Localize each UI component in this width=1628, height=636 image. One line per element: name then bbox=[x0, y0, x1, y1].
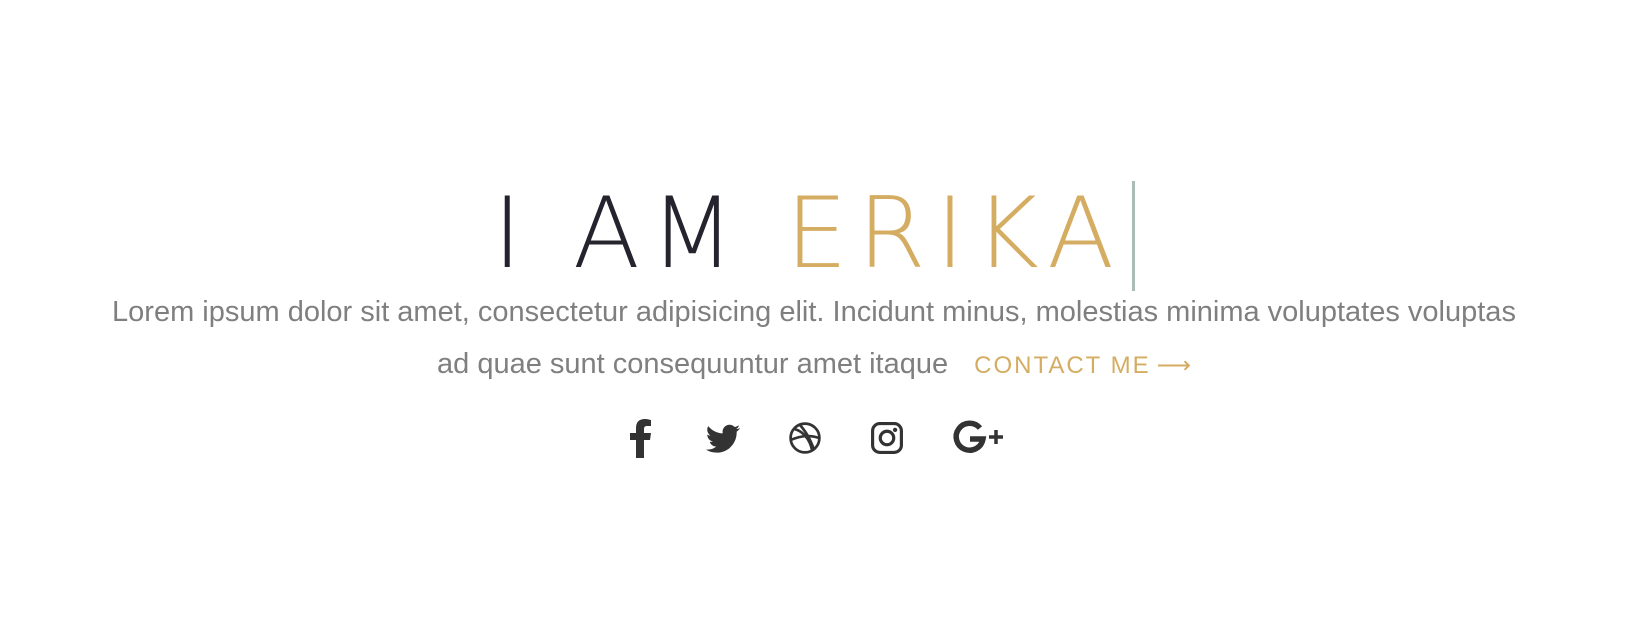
twitter-link[interactable] bbox=[705, 418, 741, 458]
contact-me-label: CONTACT ME bbox=[974, 352, 1151, 379]
intro-paragraph: Lorem ipsum dolor sit amet, consectetur … bbox=[110, 286, 1518, 392]
google-plus-icon bbox=[953, 420, 1003, 453]
facebook-link[interactable] bbox=[623, 418, 659, 458]
dribbble-icon bbox=[789, 422, 821, 454]
headline: I AM ERIKA bbox=[0, 178, 1628, 291]
arrow-right-icon: ⟶ bbox=[1156, 352, 1191, 379]
twitter-icon bbox=[705, 424, 741, 453]
google-plus-link[interactable] bbox=[951, 418, 1005, 458]
instagram-link[interactable] bbox=[869, 418, 905, 458]
hero-section: I AM ERIKA Lorem ipsum dolor sit amet, c… bbox=[0, 0, 1628, 636]
social-links bbox=[0, 418, 1628, 458]
dribbble-link[interactable] bbox=[787, 418, 823, 458]
headline-prefix: I AM bbox=[492, 176, 786, 291]
contact-me-link[interactable]: CONTACT ME ⟶ bbox=[974, 340, 1191, 392]
instagram-icon bbox=[871, 422, 903, 454]
intro-text: Lorem ipsum dolor sit amet, consectetur … bbox=[112, 296, 1516, 380]
typing-cursor bbox=[1132, 180, 1136, 291]
headline-name: ERIKA bbox=[785, 176, 1125, 291]
facebook-icon bbox=[630, 419, 651, 458]
